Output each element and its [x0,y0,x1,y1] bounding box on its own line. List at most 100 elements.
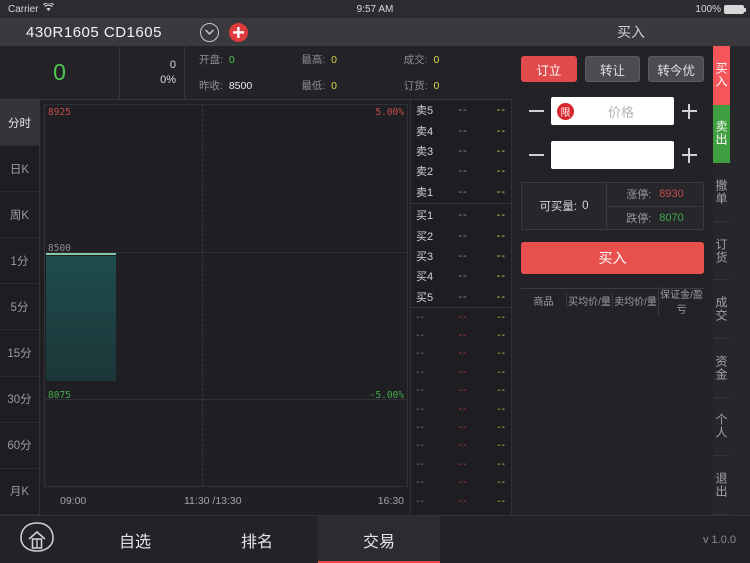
ask-volume: -- [496,144,506,157]
quote-field-prevclose: 昨收: 8500 [199,78,301,93]
orderbook-bid-row[interactable]: 买3 -- -- [411,246,511,266]
ask-volume: -- [496,104,506,117]
battery-icon [724,4,746,14]
price-placeholder: 价格 [607,104,634,120]
rail-item-funds[interactable]: 资金 [713,339,730,398]
bid-volume: -- [496,209,506,222]
order-tab-zhuanjinyou[interactable]: 转今优 [648,56,705,82]
bottom-nav: 自选 排名 交易 v 1.0.0 [0,515,750,563]
ticker-time: -- [416,385,425,397]
bid-volume: -- [496,229,506,242]
ticker-volume: -- [497,329,506,341]
limit-prices: 涨停: 8930 跌停: 8070 [607,183,703,229]
change-block: 0 0% [120,46,185,99]
period-tab-15min[interactable]: 15分 [0,330,39,377]
ask-volume: -- [496,185,506,198]
price-plus-button[interactable] [674,96,704,126]
period-tab-day[interactable]: 日K [0,146,39,193]
battery-percent: 100% [695,3,721,15]
rail-item-trades[interactable]: 成交 [713,280,730,339]
ticker-row: -- -- -- [411,455,511,473]
price-minus-button[interactable] [521,96,551,126]
ticker-price: -- [458,366,468,378]
orderbook-bid-row[interactable]: 买4 -- -- [411,266,511,286]
orderbook-bid-row[interactable]: 买5 -- -- [411,287,511,307]
price-chart[interactable]: 8925 5.00% 8500 8075 -5.00% 09:00 11:30 … [40,100,410,515]
add-symbol-icon[interactable] [228,22,248,42]
limits-info-box: 可买量: 0 涨停: 8930 跌停: 8070 [521,182,704,230]
ticker-price: -- [458,348,468,360]
quote-strip: 0 0 0% 开盘: 0 最高: 0 成交: 0 昨收: 8500 最低: 0 … [0,46,512,100]
ask-volume: -- [496,124,506,137]
quote-field-value: 0 [331,80,338,93]
quantity-minus-button[interactable] [521,140,551,170]
orderbook-ask-row[interactable]: 卖4 -- -- [411,120,511,140]
bid-label: 买3 [416,250,434,263]
orderbook-ask-row[interactable]: 卖5 -- -- [411,100,511,120]
ticker-price: -- [458,385,468,397]
rail-item-sell[interactable]: 卖出 [713,104,730,164]
chevron-down-icon[interactable] [199,22,219,42]
rail-item-buy[interactable]: 买入 [713,46,730,105]
order-tab-dingli[interactable]: 订立 [521,56,577,82]
period-tab-week[interactable]: 周K [0,192,39,239]
quote-field-value: 0 [433,80,440,93]
orderbook-ask-row[interactable]: 卖3 -- -- [411,141,511,161]
ticker-time: -- [416,477,425,489]
ticker-time: -- [416,311,425,323]
nav-item-watchlist[interactable]: 自选 [74,516,196,563]
period-tab-1min[interactable]: 1分 [0,238,39,285]
ticker-row: -- -- -- [411,308,511,326]
bid-label: 买1 [416,210,434,223]
nav-item-ranking[interactable]: 排名 [196,516,318,563]
chart-gridline-top [45,104,407,105]
orderbook-bid-row[interactable]: 买1 -- -- [411,205,511,225]
price-field[interactable]: 限 价格 [551,97,674,125]
period-tab-5min[interactable]: 5分 [0,284,39,331]
rail-item-cancel[interactable]: 撤单 [713,163,730,222]
rail-item-profile[interactable]: 个人 [713,398,730,457]
trade-panel: 订立 转让 转今优 限 价格 可买量: 0 涨停: 8930 跌停: 8070 … [512,46,713,515]
bid-label: 买4 [416,271,434,284]
ticker-volume: -- [497,477,506,489]
period-tab-60min[interactable]: 60分 [0,423,39,469]
bid-price: -- [458,229,468,242]
quantity-field[interactable] [551,141,674,169]
quote-field-low: 最低: 0 [301,78,403,93]
ticker-row: -- -- -- [411,437,511,455]
period-tab-fenshi[interactable]: 分时 [0,100,39,147]
available-quantity: 可买量: 0 [522,183,607,229]
quote-field-label: 最高: [301,53,326,66]
quantity-plus-button[interactable] [674,140,704,170]
orderbook-ask-row[interactable]: 卖1 -- -- [411,182,511,202]
chart-xtick-mid: 11:30 /13:30 [184,495,242,507]
submit-buy-button[interactable]: 买入 [521,242,704,274]
rail-item-orders[interactable]: 订货 [713,222,730,281]
chart-x-axis: 09:00 11:30 /13:30 16:30 [44,495,408,509]
quote-field-value: 0 [433,53,440,66]
lower-limit-value: 8070 [659,211,684,224]
symbol-label[interactable]: 430R1605 CD1605 [26,24,162,41]
ask-label: 卖2 [416,166,434,179]
app-root: Carrier 9:57 AM 100% 430R1605 CD1605 买入 … [0,0,750,563]
rail-item-logout[interactable]: 退出 [713,456,730,515]
period-tab-30min[interactable]: 30分 [0,377,39,423]
nav-item-trade[interactable]: 交易 [318,515,440,563]
ticker-time: -- [416,403,425,415]
limit-order-badge[interactable]: 限 [557,102,574,120]
bid-price: -- [458,249,468,262]
home-button[interactable] [0,521,74,558]
ticker-time: -- [416,329,425,341]
period-tab-month[interactable]: 月K [0,469,39,515]
orderbook-divider [411,202,511,204]
quote-field-label: 开盘: [199,53,223,66]
change-percent: 0% [160,74,176,86]
order-tab-zhuanrang[interactable]: 转让 [584,56,641,82]
position-col-product: 商品 [533,297,554,308]
orderbook-bid-row[interactable]: 买2 -- -- [411,225,511,245]
orderbook-ask-row[interactable]: 卖2 -- -- [411,161,511,181]
available-value: 0 [582,200,589,212]
ask-label: 卖1 [416,186,434,199]
order-book: 卖5 -- -- 卖4 -- -- 卖3 -- -- 卖2 -- -- 卖1 -… [410,100,512,525]
upper-limit-row: 涨停: 8930 [607,183,703,206]
